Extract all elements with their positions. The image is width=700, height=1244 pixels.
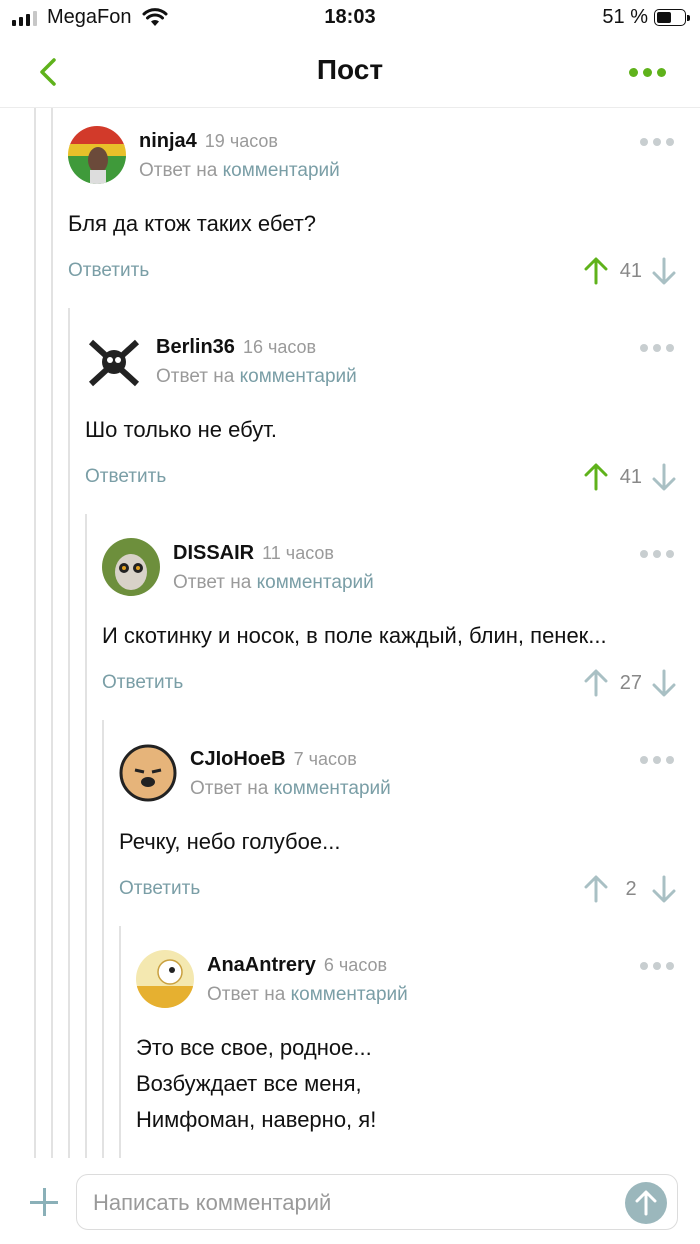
comment-input[interactable]: Написать комментарий: [76, 1174, 678, 1230]
parent-comment-link[interactable]: комментарий: [274, 778, 391, 799]
plus-icon[interactable]: [30, 1188, 58, 1216]
reply-to-line: Ответ на комментарий: [190, 778, 391, 799]
battery-icon: [654, 9, 690, 26]
reply-to-line: Ответ на комментарий: [207, 984, 408, 1005]
send-icon: [635, 1190, 657, 1216]
comment-text: Бля да ктож таких ебет?: [68, 211, 317, 236]
vote-controls: 41: [584, 462, 676, 492]
upvote-icon[interactable]: [584, 875, 608, 903]
vote-controls: 2: [584, 874, 676, 904]
thread-line: [68, 308, 70, 1158]
comment-composer: Написать комментарий: [0, 1160, 700, 1244]
comment-time: 6 часов: [323, 955, 388, 975]
comment-more-icon[interactable]: [640, 344, 674, 352]
comment-text: Это все свое, родное... Возбуждает все м…: [136, 1035, 377, 1132]
reply-to-line: Ответ на комментарий: [139, 160, 340, 181]
comment-time: 19 часов: [204, 131, 278, 151]
reply-to-line: Ответ на комментарий: [156, 366, 357, 387]
downvote-icon[interactable]: [652, 669, 676, 697]
reply-button[interactable]: Ответить: [119, 878, 200, 900]
comment-more-icon[interactable]: [640, 138, 674, 146]
thread-line: [119, 926, 121, 1158]
parent-comment-link[interactable]: комментарий: [257, 572, 374, 593]
thread-line: [51, 108, 53, 1158]
reply-to-line: Ответ на комментарий: [173, 572, 374, 593]
comment: ninja4 19 часов Ответ на комментарий Бля …: [68, 126, 700, 296]
battery-percent: 51 %: [602, 6, 648, 28]
downvote-icon[interactable]: [652, 463, 676, 491]
avatar[interactable]: [102, 538, 160, 596]
comment: AnaAntrery 6 часов Ответ на комментарий Э…: [136, 950, 700, 1160]
upvote-icon[interactable]: [584, 463, 608, 491]
vote-count: 41: [619, 259, 642, 282]
avatar[interactable]: [136, 950, 194, 1008]
reply-button[interactable]: Ответить: [68, 260, 149, 282]
upvote-icon[interactable]: [584, 257, 608, 285]
comment: Berlin36 16 часов Ответ на комментарий Шо…: [85, 332, 700, 502]
reply-button[interactable]: Ответить: [85, 466, 166, 488]
vote-count: 41: [619, 465, 642, 488]
vote-controls: 41: [584, 256, 676, 286]
avatar[interactable]: [68, 126, 126, 184]
send-button[interactable]: [625, 1182, 667, 1224]
comment: CJIoHoeB 7 часов Ответ на комментарий Реч…: [119, 744, 700, 914]
comment-text: Речку, небо голубое...: [119, 829, 341, 854]
comment-time: 16 часов: [242, 337, 317, 357]
reply-button[interactable]: Ответить: [102, 672, 183, 694]
more-icon[interactable]: [629, 68, 666, 77]
comment-more-icon[interactable]: [640, 962, 674, 970]
status-bar: MegaFon 18:03 51 %: [0, 0, 700, 36]
vote-controls: 27: [584, 668, 676, 698]
comment-text: И скотинку и носок, в поле каждый, блин,…: [102, 623, 607, 648]
comment-text: Шо только не ебут.: [85, 417, 277, 442]
author-name[interactable]: AnaAntrery 6 часов: [207, 954, 387, 977]
comment: DISSAIR 11 часов Ответ на комментарий И с…: [102, 538, 700, 708]
author-name[interactable]: Berlin36 16 часов: [156, 336, 316, 359]
author-name[interactable]: DISSAIR 11 часов: [173, 542, 334, 565]
downvote-icon[interactable]: [652, 875, 676, 903]
comment-time: 7 часов: [293, 749, 357, 769]
vote-count: 27: [619, 671, 642, 694]
comment-more-icon[interactable]: [640, 550, 674, 558]
page-title: Пост: [316, 54, 384, 85]
avatar[interactable]: [119, 744, 177, 802]
parent-comment-link[interactable]: комментарий: [291, 984, 408, 1005]
parent-comment-link[interactable]: комментарий: [223, 160, 340, 181]
vote-count: 2: [625, 877, 637, 900]
parent-comment-link[interactable]: комментарий: [240, 366, 357, 387]
avatar[interactable]: [85, 332, 143, 390]
comment-more-icon[interactable]: [640, 756, 674, 764]
clock: 18:03: [324, 6, 376, 28]
upvote-icon[interactable]: [584, 669, 608, 697]
comment-time: 11 часов: [262, 543, 334, 563]
author-name[interactable]: CJIoHoeB 7 часов: [190, 748, 357, 771]
thread-line: [85, 514, 87, 1158]
thread-line: [102, 720, 104, 1158]
comment-input-placeholder: Написать комментарий: [93, 1190, 332, 1215]
author-name[interactable]: ninja4 19 часов: [139, 130, 278, 153]
navigation-bar: Пост: [0, 36, 700, 108]
thread-line: [34, 108, 36, 1158]
downvote-icon[interactable]: [652, 257, 676, 285]
